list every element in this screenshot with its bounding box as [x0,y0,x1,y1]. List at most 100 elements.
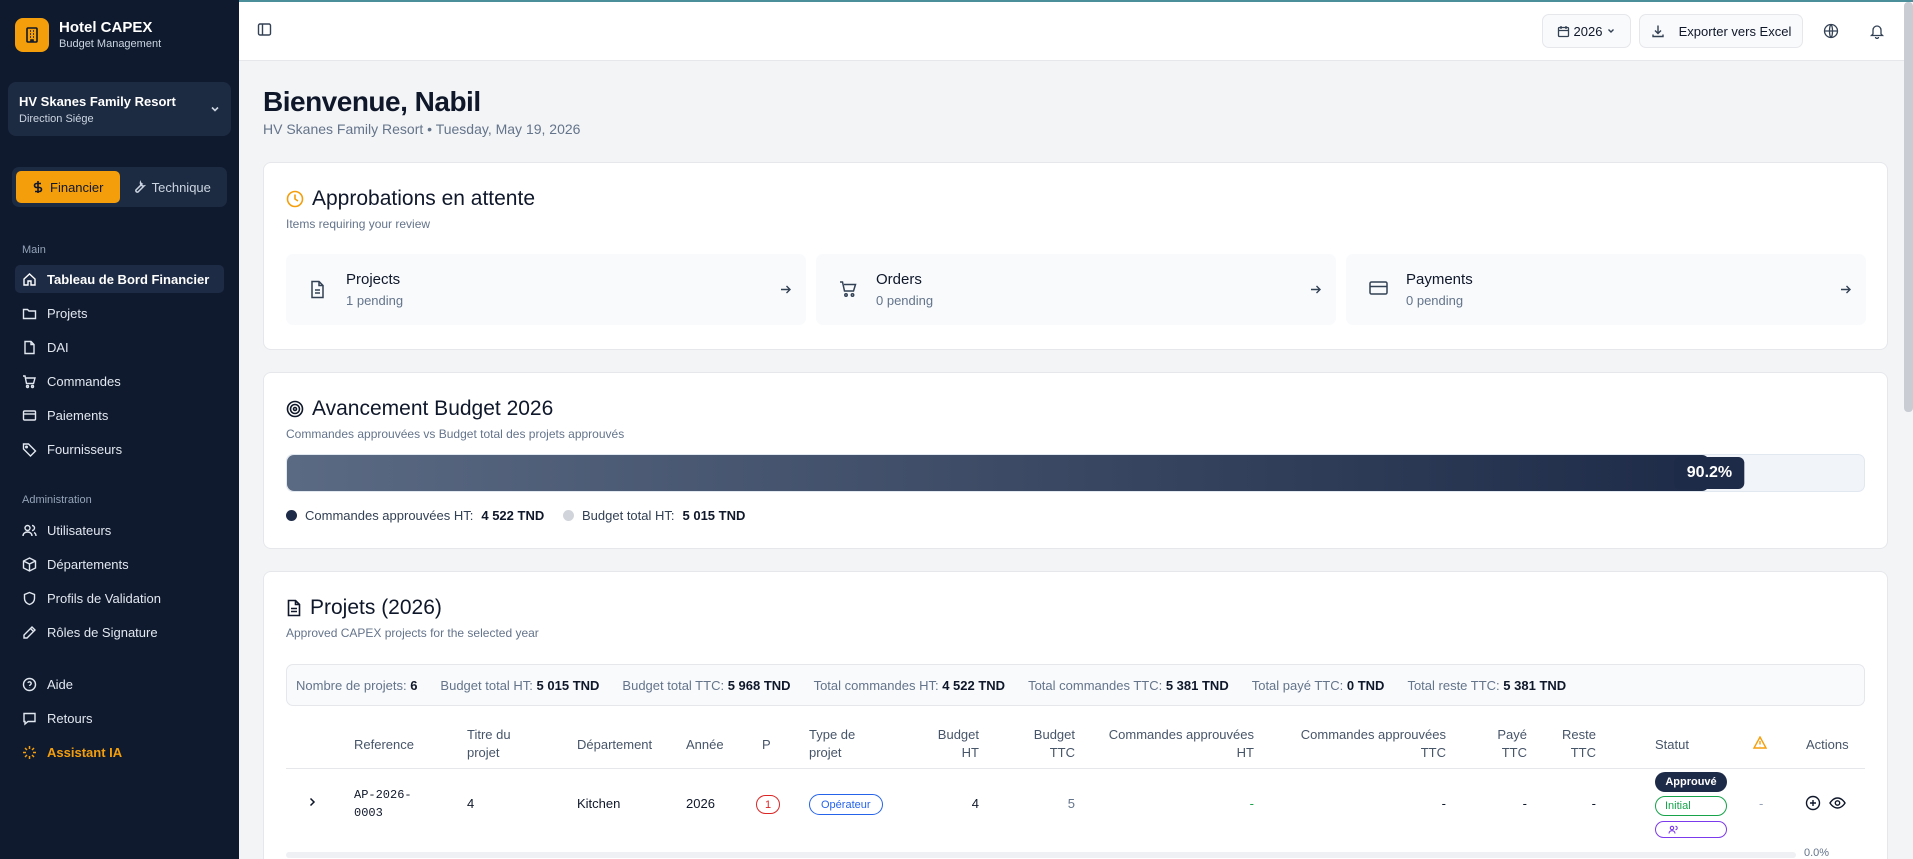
sidebar-item-dai[interactable]: DAI [15,333,224,361]
chevron-down-icon [209,102,221,120]
dollar-icon [33,181,43,193]
page-subtitle: HV Skanes Family Resort • Tuesday, May 1… [263,121,581,137]
year-selector[interactable]: 2026 [1542,14,1631,48]
col-orders-ht[interactable]: Commandes approuvées HT [1084,726,1254,762]
budget-progress-bar: 90.2% [286,454,1865,492]
sidebar-item-label: Rôles de Signature [47,624,158,640]
box-icon [22,556,37,572]
bell-icon[interactable] [1869,23,1885,44]
year-value: 2026 [1573,23,1603,39]
sidebar-item-signature-roles[interactable]: Rôles de Signature [15,618,224,646]
sidebar-item-help[interactable]: Aide [15,670,224,698]
summary-orders-ht: Total commandes HT: 4 522 TND [813,677,1006,693]
cart-icon [23,374,36,388]
sidebar-item-label: DAI [47,339,69,355]
approval-tile-orders[interactable]: Orders 0 pending [816,254,1336,325]
page-scrollbar[interactable] [1904,2,1913,412]
sidebar-item-label: Assistant IA [47,744,123,760]
home-icon [23,272,36,286]
arrow-right-icon [1839,283,1852,301]
sidebar-item-projects[interactable]: Projets [15,299,224,327]
top-bar: 2026 Exporter vers Excel [239,0,1913,61]
col-priority[interactable]: P [762,736,771,754]
col-type[interactable]: Type de projet [809,726,855,762]
cell-reference: AP-2026- 0003 [354,788,412,820]
sidebar-item-feedback[interactable]: Retours [15,704,224,732]
sidebar-item-suppliers[interactable]: Fournisseurs [15,435,224,463]
projects-subtitle: Approved CAPEX projects for the selected… [286,626,539,640]
message-icon [23,712,36,725]
legend-dot-approved [286,510,297,521]
col-title[interactable]: Titre du projet [467,726,511,762]
export-label: Exporter vers Excel [1678,23,1792,39]
summary-orders-ttc: Total commandes TTC: 5 381 TND [1028,677,1229,693]
sidebar-item-label: Paiements [47,407,109,423]
tag-icon [22,442,37,457]
budget-title: Avancement Budget 2026 [286,397,553,421]
mode-toggle: Financier Technique [12,167,227,207]
approval-label: Orders [876,271,922,288]
col-status[interactable]: Statut [1655,736,1689,754]
credit-card-icon [22,409,37,421]
plus-circle-icon[interactable] [1805,795,1821,814]
cell-orders-ht: - [1249,796,1254,811]
sidebar-item-label: Aide [47,676,74,692]
sidebar-item-users[interactable]: Utilisateurs [15,516,224,544]
row-progress-percent: 0.0% [1804,847,1830,859]
cart-icon [839,280,858,303]
pending-approvals-card: Approbations en attente Items requiring … [263,162,1888,350]
brand[interactable]: Hotel CAPEX Budget Management [15,18,161,52]
cell-budget-ttc: 5 [1067,796,1075,811]
mode-financial-button[interactable]: Financier [16,171,120,203]
sidebar-item-payments[interactable]: Paiements [15,401,224,429]
sidebar-item-ai-assistant[interactable]: Assistant IA [15,738,224,766]
col-rest-ttc[interactable]: Reste TTC [1526,726,1596,762]
sidebar-toggle-icon[interactable] [257,22,272,42]
budget-subtitle: Commandes approuvées vs Budget total des… [286,427,625,441]
approval-count: 0 pending [876,293,934,308]
help-circle-icon [22,677,37,691]
approval-label: Projects [346,271,401,288]
chevron-down-icon [1608,29,1615,33]
projects-title: Projets (2026) [286,596,442,620]
mode-technical-button[interactable]: Technique [120,171,224,203]
sidebar-item-label: Départements [47,556,129,572]
priority-badge: 1 [756,795,780,814]
col-budget-ttc[interactable]: Budget TTC [1000,726,1075,762]
eye-icon[interactable] [1829,795,1846,814]
approval-tile-projects[interactable]: Projects 1 pending [286,254,806,325]
col-budget-ht[interactable]: Budget HT [904,726,979,762]
col-paid-ttc[interactable]: Payé TTC [1454,726,1527,762]
globe-icon[interactable] [1823,23,1839,44]
approvals-title: Approbations en attente [286,187,535,211]
credit-card-icon [1369,280,1388,301]
col-year[interactable]: Année [686,736,724,754]
col-reference[interactable]: Reference [354,736,414,754]
sidebar-item-departments[interactable]: Départements [15,550,224,578]
file-icon [24,340,35,354]
sidebar-item-label: Utilisateurs [47,522,112,538]
col-department[interactable]: Département [577,736,652,754]
export-excel-button[interactable]: Exporter vers Excel [1639,14,1803,48]
mode-financial-label: Financier [50,179,104,195]
approval-count: 1 pending [346,293,404,308]
brand-title: Hotel CAPEX [59,19,153,36]
sidebar-item-validation-profiles[interactable]: Profils de Validation [15,584,224,612]
summary-paid-ttc: Total payé TTC: 0 TND [1251,677,1385,693]
expand-row-icon[interactable] [306,796,318,811]
legend-approved: Commandes approuvées HT: 4 522 TND [286,508,544,523]
approval-count: 0 pending [1406,293,1464,308]
approval-tile-payments[interactable]: Payments 0 pending [1346,254,1866,325]
summary-budget-ttc: Budget total TTC: 5 968 TND [622,677,791,693]
legend-approved-label: Commandes approuvées HT: [305,508,474,523]
sidebar-item-dashboard[interactable]: Tableau de Bord Financier [15,265,224,293]
hotel-selector[interactable]: HV Skanes Family Resort Direction Siége [8,82,231,136]
hotel-name: HV Skanes Family Resort [19,94,176,109]
sidebar-item-orders[interactable]: Commandes [15,367,224,395]
sidebar-item-label: Commandes [47,373,121,389]
warning-icon [1752,735,1768,754]
sidebar-item-label: Retours [47,710,93,726]
status-badge-initial: Initial [1655,796,1727,816]
col-orders-ttc[interactable]: Commandes approuvées TTC [1274,726,1446,762]
file-text-icon [309,280,326,304]
